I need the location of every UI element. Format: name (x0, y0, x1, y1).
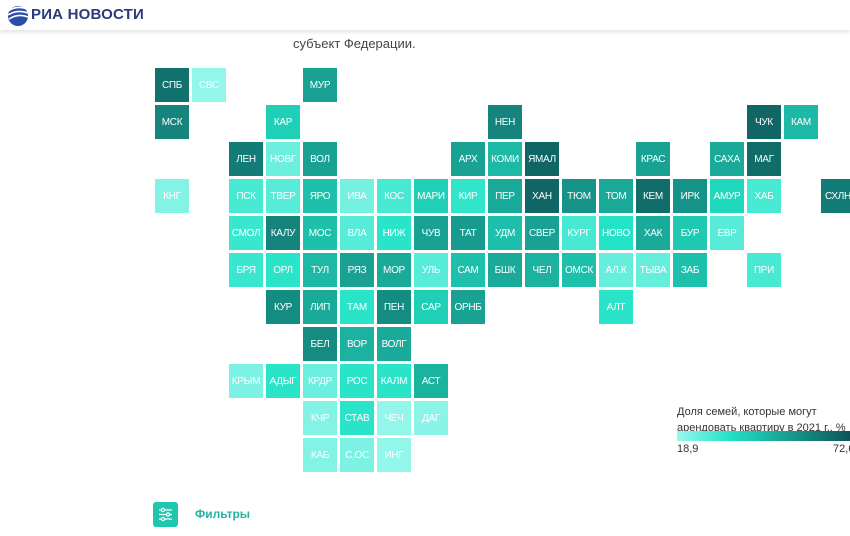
region-tile[interactable]: САМ (451, 253, 485, 287)
region-tile[interactable]: ХАБ (747, 179, 781, 213)
region-tile[interactable]: ТОМ (599, 179, 633, 213)
region-tile[interactable]: СТАВ (340, 401, 374, 435)
region-tile[interactable]: КРАС (636, 142, 670, 176)
region-tile[interactable]: АРХ (451, 142, 485, 176)
region-tile[interactable]: С.ОС (340, 438, 374, 472)
region-tile[interactable]: НОВГ (266, 142, 300, 176)
region-tile[interactable]: АЛ.К (599, 253, 633, 287)
region-tile[interactable]: РЯЗ (340, 253, 374, 287)
filters-button[interactable] (153, 502, 178, 527)
region-tile[interactable]: КУРГ (562, 216, 596, 250)
region-tile[interactable]: БШК (488, 253, 522, 287)
region-tile[interactable]: НИЖ (377, 216, 411, 250)
region-tile[interactable]: КНГ (155, 179, 189, 213)
region-tile[interactable]: ВОЛ (303, 142, 337, 176)
region-tile[interactable]: КУР (266, 290, 300, 324)
region-tile[interactable]: БЕЛ (303, 327, 337, 361)
region-tile[interactable]: УДМ (488, 216, 522, 250)
intro-text: субъект Федерации. (293, 36, 416, 51)
region-tile[interactable]: ИВА (340, 179, 374, 213)
region-tile[interactable]: КАЛМ (377, 364, 411, 398)
region-tile[interactable]: МОС (303, 216, 337, 250)
region-tile[interactable]: ВОР (340, 327, 374, 361)
region-tile[interactable]: МАРИ (414, 179, 448, 213)
region-tile[interactable]: ТУЛ (303, 253, 337, 287)
legend-color-bar (677, 431, 850, 441)
ria-globe-icon[interactable] (5, 3, 29, 27)
region-tile[interactable]: УЛЬ (414, 253, 448, 287)
region-tile[interactable]: ЛИП (303, 290, 337, 324)
legend-max-label: 72,6 (833, 443, 850, 455)
region-tile[interactable]: КЕМ (636, 179, 670, 213)
region-tile[interactable]: ПЕН (377, 290, 411, 324)
region-tile[interactable]: ЧЕЧ (377, 401, 411, 435)
region-tile[interactable]: ТЮМ (562, 179, 596, 213)
region-tile[interactable]: МОР (377, 253, 411, 287)
region-tile[interactable]: СВС (192, 68, 226, 102)
region-tile[interactable]: РОС (340, 364, 374, 398)
region-tile[interactable]: ЛЕН (229, 142, 263, 176)
region-tile[interactable]: ВОЛГ (377, 327, 411, 361)
region-tile[interactable]: КОМИ (488, 142, 522, 176)
region-tile[interactable]: ПСК (229, 179, 263, 213)
region-tile[interactable]: КРДР (303, 364, 337, 398)
region-tile[interactable]: МУР (303, 68, 337, 102)
region-tile[interactable]: ИНГ (377, 438, 411, 472)
region-tile[interactable]: ЯМАЛ (525, 142, 559, 176)
region-tile[interactable]: БРЯ (229, 253, 263, 287)
region-tile[interactable]: НОВО (599, 216, 633, 250)
region-tile[interactable]: АСТ (414, 364, 448, 398)
region-tile[interactable]: МАГ (747, 142, 781, 176)
region-tile[interactable]: НЕН (488, 105, 522, 139)
region-tile[interactable]: КРЫМ (229, 364, 263, 398)
region-tile[interactable]: ТЫВА (636, 253, 670, 287)
region-tile[interactable]: КОС (377, 179, 411, 213)
region-tile[interactable]: ЕВР (710, 216, 744, 250)
region-tile[interactable]: КАЛУ (266, 216, 300, 250)
region-tile[interactable]: ПРИ (747, 253, 781, 287)
region-tile[interactable]: ЯРО (303, 179, 337, 213)
region-tile[interactable]: СВЕР (525, 216, 559, 250)
region-tile[interactable]: ДАГ (414, 401, 448, 435)
region-tile[interactable]: АДЫГ (266, 364, 300, 398)
region-tile[interactable]: КЧР (303, 401, 337, 435)
site-header: РИА НОВОСТИ (0, 0, 850, 30)
region-tile[interactable]: ОМСК (562, 253, 596, 287)
region-tile[interactable]: СМОЛ (229, 216, 263, 250)
region-tile[interactable]: СПБ (155, 68, 189, 102)
region-tile[interactable]: ТВЕР (266, 179, 300, 213)
filters-label[interactable]: Фильтры (195, 507, 250, 521)
region-tile[interactable]: ТАМ (340, 290, 374, 324)
region-tile[interactable]: АЛТ (599, 290, 633, 324)
region-tile[interactable]: САХА (710, 142, 744, 176)
region-tile[interactable]: БУР (673, 216, 707, 250)
region-tile[interactable]: ОРЛ (266, 253, 300, 287)
region-tile[interactable]: САР (414, 290, 448, 324)
region-tile[interactable]: ИРК (673, 179, 707, 213)
region-tile[interactable]: ХАК (636, 216, 670, 250)
region-tile[interactable]: ПЕР (488, 179, 522, 213)
region-tile[interactable]: КАБ (303, 438, 337, 472)
region-tile[interactable]: ЧУВ (414, 216, 448, 250)
region-tile[interactable]: КАМ (784, 105, 818, 139)
region-tile[interactable]: ЧЕЛ (525, 253, 559, 287)
region-tile[interactable]: АМУР (710, 179, 744, 213)
region-tile[interactable]: ВЛА (340, 216, 374, 250)
sliders-icon (159, 507, 172, 522)
region-tile[interactable]: ЧУК (747, 105, 781, 139)
region-tile[interactable]: МСК (155, 105, 189, 139)
region-tile[interactable]: ТАТ (451, 216, 485, 250)
region-tile[interactable]: СХЛН (821, 179, 850, 213)
brand-logo-text[interactable]: РИА НОВОСТИ (31, 6, 144, 23)
region-tile[interactable]: КИР (451, 179, 485, 213)
legend-min-label: 18,9 (677, 443, 699, 455)
region-tile[interactable]: КАР (266, 105, 300, 139)
region-tile[interactable]: ХАН (525, 179, 559, 213)
region-tile[interactable]: ЗАБ (673, 253, 707, 287)
region-tile[interactable]: ОРНБ (451, 290, 485, 324)
